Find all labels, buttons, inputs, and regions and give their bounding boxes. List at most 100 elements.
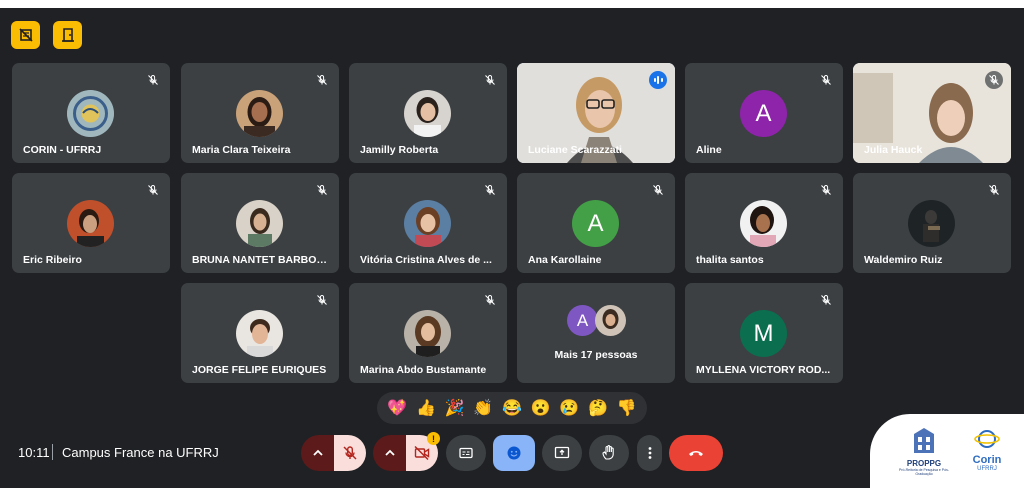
- participant-tile[interactable]: CORIN - UFRRJ: [12, 63, 170, 163]
- participant-name: Vitória Cristina Alves de ...: [360, 254, 492, 266]
- avatar: [404, 200, 451, 247]
- hide-tiles-button[interactable]: [11, 21, 40, 49]
- participant-tile[interactable]: M MYLLENA VICTORY ROD...: [685, 283, 843, 383]
- avatar: [67, 200, 114, 247]
- mic-muted-icon: [313, 291, 331, 309]
- meeting-time: 10:11: [18, 445, 50, 460]
- corin-logo: Corin UFRRJ: [965, 428, 1009, 472]
- mic-muted-icon: [144, 71, 162, 89]
- reaction-party-button[interactable]: 🎉: [444, 397, 466, 419]
- present-icon: [554, 446, 570, 459]
- reaction-sad-button[interactable]: 😢: [558, 397, 580, 419]
- participant-name: Marina Abdo Bustamante: [360, 364, 487, 376]
- proppg-logo-subtext: Pró-Reitoria de Pesquisa e Pós-Graduação: [899, 468, 949, 476]
- avatar: [908, 200, 955, 247]
- participant-name: Luciane Scarazzati: [528, 144, 622, 156]
- participant-name: CORIN - UFRRJ: [23, 144, 102, 156]
- avatar: [236, 90, 283, 137]
- participant-tile[interactable]: Waldemiro Ruiz: [853, 173, 1011, 273]
- participant-name: MYLLENA VICTORY ROD...: [696, 364, 831, 376]
- mic-muted-icon: [481, 291, 499, 309]
- end-call-button[interactable]: [669, 435, 723, 471]
- meet-window: CORIN - UFRRJ Maria Clara Teixeira Jamil…: [0, 8, 1024, 488]
- avatar: [740, 200, 787, 247]
- raise-hand-icon: [602, 445, 614, 460]
- participant-tile[interactable]: JORGE FELIPE EURIQUES: [181, 283, 339, 383]
- mic-muted-icon: [313, 181, 331, 199]
- participant-tile[interactable]: BRUNA NANTET BARBOSA: [181, 173, 339, 273]
- participant-name: Jamilly Roberta: [360, 144, 439, 156]
- leave-room-button[interactable]: [53, 21, 82, 49]
- captions-button[interactable]: [446, 435, 486, 471]
- participant-tile[interactable]: Julia Hauck: [853, 63, 1011, 163]
- others-avatar-photo: [595, 305, 626, 336]
- participant-tile[interactable]: thalita santos: [685, 173, 843, 273]
- avatar: [236, 200, 283, 247]
- reactions-bar: 💖 👍 🎉 👏 😂 😮 😢 🤔 👎: [377, 392, 647, 424]
- camera-off-icon: [414, 445, 430, 461]
- more-options-icon: [648, 447, 651, 459]
- divider: [52, 444, 53, 460]
- mic-toggle-button[interactable]: [334, 435, 366, 471]
- participant-tile-speaking[interactable]: Luciane Scarazzati: [517, 63, 675, 163]
- participant-name: Aline: [696, 144, 722, 156]
- participant-tile[interactable]: Maria Clara Teixeira: [181, 63, 339, 163]
- mic-muted-icon: [985, 181, 1003, 199]
- participant-name: BRUNA NANTET BARBOSA: [192, 254, 331, 266]
- camera-options-button[interactable]: [373, 435, 407, 471]
- mic-muted-icon: [481, 71, 499, 89]
- proppg-logo-text: PROPPG: [906, 459, 942, 468]
- reaction-heart-button[interactable]: 💖: [386, 397, 408, 419]
- participant-tile[interactable]: A Ana Karollaine: [517, 173, 675, 273]
- mic-muted-icon: [817, 291, 835, 309]
- participant-name: Julia Hauck: [864, 144, 923, 156]
- participant-tile[interactable]: Marina Abdo Bustamante: [349, 283, 507, 383]
- emoji-button[interactable]: [493, 435, 535, 471]
- avatar: [404, 310, 451, 357]
- mic-muted-icon: [144, 181, 162, 199]
- participant-name: Waldemiro Ruiz: [864, 254, 943, 266]
- others-tile[interactable]: A Mais 17 pessoas: [517, 283, 675, 383]
- speaking-indicator-icon: [649, 71, 667, 89]
- raise-hand-button[interactable]: [589, 435, 629, 471]
- others-count-label: Mais 17 pessoas: [554, 349, 638, 361]
- avatar-letter: M: [740, 310, 787, 357]
- participant-name: JORGE FELIPE EURIQUES: [192, 364, 327, 376]
- participant-name: thalita santos: [696, 254, 764, 266]
- participant-tile[interactable]: Eric Ribeiro: [12, 173, 170, 273]
- avatar-letter: A: [740, 90, 787, 137]
- mic-muted-icon: [649, 181, 667, 199]
- avatar-letter: A: [572, 200, 619, 247]
- more-options-button[interactable]: [637, 435, 662, 471]
- proppg-building-icon: [914, 428, 934, 453]
- chevron-up-icon: [313, 449, 323, 456]
- participant-tile[interactable]: Vitória Cristina Alves de ...: [349, 173, 507, 273]
- participant-tile[interactable]: Jamilly Roberta: [349, 63, 507, 163]
- participant-name: Ana Karollaine: [528, 254, 602, 266]
- reaction-clap-button[interactable]: 👏: [472, 397, 494, 419]
- reaction-thumbs-down-button[interactable]: 👎: [616, 397, 638, 419]
- proppg-logo: PROPPG Pró-Reitoria de Pesquisa e Pós-Gr…: [898, 426, 950, 476]
- mic-off-icon: [343, 446, 357, 460]
- participant-tile[interactable]: A Aline: [685, 63, 843, 163]
- avatar: [67, 90, 114, 137]
- captions-icon: [459, 447, 473, 459]
- corin-logo-subtext: UFRRJ: [977, 466, 997, 472]
- mic-muted-icon: [817, 181, 835, 199]
- top-toolbar: [11, 21, 82, 49]
- reaction-thumbs-up-button[interactable]: 👍: [415, 397, 437, 419]
- mic-options-button[interactable]: [301, 435, 335, 471]
- avatar: [236, 310, 283, 357]
- mic-muted-icon: [481, 181, 499, 199]
- avatar: [404, 90, 451, 137]
- reaction-surprised-button[interactable]: 😮: [530, 397, 552, 419]
- logo-panel: PROPPG Pró-Reitoria de Pesquisa e Pós-Gr…: [870, 414, 1024, 488]
- camera-alert-badge: !: [427, 432, 440, 445]
- mic-muted-icon: [817, 71, 835, 89]
- leave-door-icon: [61, 28, 74, 42]
- meeting-title: Campus France na UFRRJ: [62, 445, 219, 460]
- present-button[interactable]: [542, 435, 582, 471]
- reaction-laugh-button[interactable]: 😂: [501, 397, 523, 419]
- reaction-thinking-button[interactable]: 🤔: [587, 397, 609, 419]
- chevron-up-icon: [385, 449, 395, 456]
